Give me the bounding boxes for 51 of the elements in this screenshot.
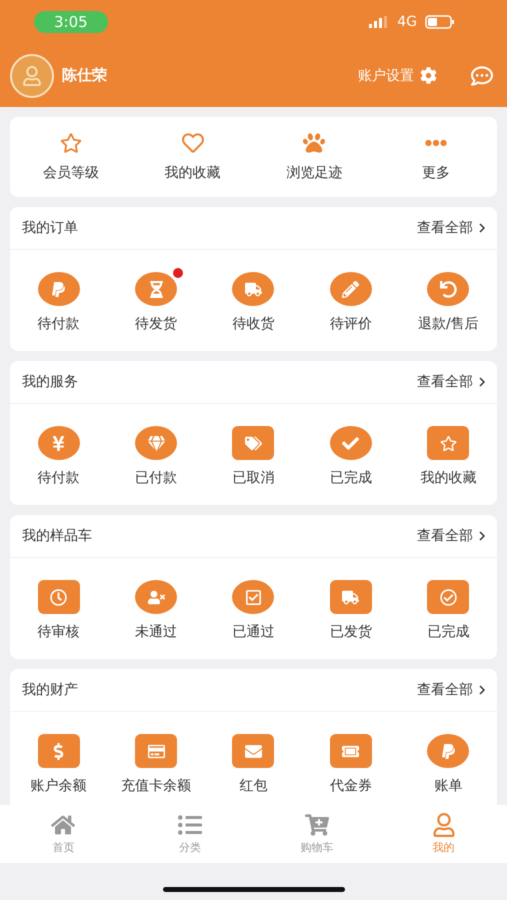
user-name: 陈仕荣 <box>62 66 108 85</box>
user-icon <box>432 813 456 837</box>
chevron-right-icon <box>479 531 485 541</box>
section-title: 我的服务 <box>22 373 78 391</box>
view-all-link[interactable]: 查看全部 <box>417 681 473 699</box>
section-item[interactable]: 待评价 <box>302 272 400 333</box>
section-title: 我的财产 <box>22 681 78 699</box>
section-item[interactable]: 红包 <box>204 734 302 795</box>
section-item[interactable]: 待发货 <box>107 272 205 333</box>
section-item[interactable]: 待付款 <box>10 272 108 333</box>
gear-icon <box>420 67 437 84</box>
section-item[interactable]: 退款/售后 <box>400 272 497 333</box>
section-item[interactable]: 账户余额 <box>10 734 108 795</box>
signal-icon <box>369 16 390 28</box>
section-item[interactable]: 已完成 <box>400 580 497 641</box>
view-all-link[interactable]: 查看全部 <box>417 219 473 237</box>
quick-link[interactable]: 浏览足迹 <box>254 117 376 197</box>
section-item[interactable]: 代金券 <box>302 734 400 795</box>
view-all-link[interactable]: 查看全部 <box>417 527 473 545</box>
chevron-right-icon <box>479 223 485 233</box>
section-item[interactable]: 待付款 <box>10 426 108 487</box>
section-item[interactable]: 已付款 <box>107 426 205 487</box>
chevron-right-icon <box>479 685 485 695</box>
section-item[interactable]: 已发货 <box>302 580 400 641</box>
avatar[interactable] <box>10 54 54 98</box>
section-item[interactable]: 充值卡余额 <box>107 734 205 795</box>
section-item[interactable]: 未通过 <box>107 580 205 641</box>
cart-icon <box>304 813 329 837</box>
section-item[interactable]: 已通过 <box>204 580 302 641</box>
quick-link[interactable]: 会员等级 <box>10 117 132 197</box>
quick-link[interactable]: 更多 <box>375 117 497 197</box>
network-label: 4G <box>397 14 417 30</box>
paw-icon <box>303 132 326 154</box>
section-item[interactable]: 账单 <box>400 734 497 795</box>
status-time: 3:05 <box>34 11 108 33</box>
home-icon <box>51 813 76 837</box>
section-item[interactable]: 已完成 <box>302 426 400 487</box>
section-item[interactable]: 已取消 <box>204 426 302 487</box>
section-item[interactable]: 待收货 <box>204 272 302 333</box>
section-item[interactable]: 待审核 <box>10 580 108 641</box>
list-icon <box>178 813 202 837</box>
battery-icon <box>425 15 455 29</box>
section-title: 我的样品车 <box>22 527 92 545</box>
view-all-link[interactable]: 查看全部 <box>417 373 473 391</box>
section-item[interactable]: 我的收藏 <box>400 426 497 487</box>
chevron-right-icon <box>479 377 485 387</box>
heart-icon <box>182 132 204 154</box>
message-icon[interactable] <box>471 64 493 86</box>
quick-link[interactable]: 我的收藏 <box>132 117 254 197</box>
section-title: 我的订单 <box>22 219 78 237</box>
star-icon <box>60 132 82 154</box>
